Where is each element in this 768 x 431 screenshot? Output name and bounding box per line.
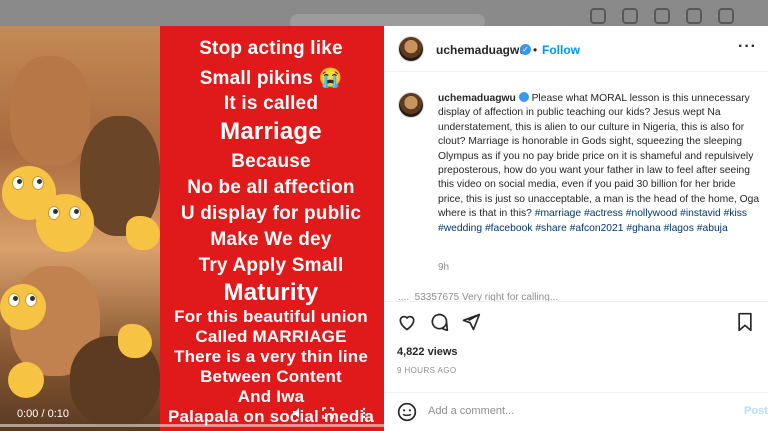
caption-line: U display for public bbox=[180, 203, 362, 224]
video-time: 0:00 / 0:10 bbox=[17, 408, 69, 420]
caption-line: Try Apply Small bbox=[198, 255, 344, 276]
eye-roll-emoji-icon bbox=[36, 194, 94, 252]
caption-line: Between Content bbox=[200, 367, 342, 386]
caption-line: Stop acting like bbox=[199, 38, 343, 59]
caption-line: Called MARRIAGE bbox=[195, 327, 347, 346]
bookmark-icon[interactable] bbox=[736, 312, 754, 332]
video-controls: 0:00 / 0:10 bbox=[0, 396, 384, 431]
explore-icon[interactable] bbox=[686, 8, 702, 24]
fullscreen-icon[interactable] bbox=[322, 407, 334, 419]
separator-dot: • bbox=[533, 43, 538, 57]
caption-line: No be all affection bbox=[187, 177, 355, 198]
options-icon[interactable] bbox=[358, 407, 370, 419]
emoji-icon[interactable] bbox=[397, 402, 417, 422]
video-player[interactable]: Stop acting like Small pikins 😭 It is ca… bbox=[0, 26, 384, 431]
pointing-hand-icon bbox=[118, 324, 152, 358]
messages-icon[interactable] bbox=[622, 8, 638, 24]
follow-button[interactable]: Follow bbox=[542, 43, 580, 57]
avatar[interactable] bbox=[398, 92, 424, 118]
home-icon[interactable] bbox=[590, 8, 606, 24]
caption-username[interactable]: uchemaduagwu bbox=[438, 93, 516, 104]
volume-icon[interactable] bbox=[292, 407, 304, 419]
avatar[interactable] bbox=[398, 36, 424, 62]
post-button[interactable]: Post bbox=[744, 405, 768, 417]
post-panel: uchemaduagwu ✓ • Follow ··· uchemaduagwu… bbox=[384, 26, 768, 431]
eye-roll-emoji-icon bbox=[0, 284, 46, 330]
post-caption: uchemaduagwu Please what MORAL lesson is… bbox=[438, 92, 763, 236]
create-icon[interactable] bbox=[654, 8, 670, 24]
comment-input[interactable]: Add a comment... bbox=[428, 405, 514, 417]
verified-badge-icon: ✓ bbox=[520, 44, 531, 55]
video-caption: Stop acting like Small pikins 😭 It is ca… bbox=[158, 26, 384, 431]
views-count[interactable]: 4,822 views bbox=[397, 346, 458, 358]
caption-line: There is a very thin line bbox=[174, 347, 368, 366]
caption-line: It is called bbox=[223, 93, 319, 114]
caption-text: Please what MORAL lesson is this unneces… bbox=[438, 93, 760, 220]
add-comment-bar: Add a comment... Post bbox=[384, 392, 768, 431]
share-icon[interactable] bbox=[461, 312, 481, 332]
heart-icon[interactable] bbox=[397, 312, 417, 332]
comment-icon[interactable] bbox=[429, 312, 449, 332]
caption-line: Maturity bbox=[223, 279, 319, 306]
video-progress-bar[interactable] bbox=[0, 424, 384, 427]
username[interactable]: uchemaduagwu bbox=[436, 43, 527, 57]
caption-line: Because bbox=[231, 151, 311, 172]
caption-line: Make We dey bbox=[210, 229, 332, 250]
action-bar bbox=[384, 301, 768, 337]
more-icon[interactable]: ··· bbox=[738, 38, 757, 56]
eye-roll-emoji-icon bbox=[8, 362, 44, 398]
activity-icon[interactable] bbox=[718, 8, 734, 24]
caption-age: 9h bbox=[438, 262, 450, 273]
post-header: uchemaduagwu ✓ • Follow ··· bbox=[384, 26, 768, 72]
caption-line: For this beautiful union bbox=[174, 307, 368, 326]
pointing-hand-icon bbox=[126, 216, 160, 250]
post-timestamp: 9 HOURS AGO bbox=[397, 366, 457, 375]
caption-line: Small pikins 😭 bbox=[199, 68, 343, 89]
verified-badge-icon bbox=[518, 92, 529, 102]
caption-line: Marriage bbox=[220, 118, 322, 145]
